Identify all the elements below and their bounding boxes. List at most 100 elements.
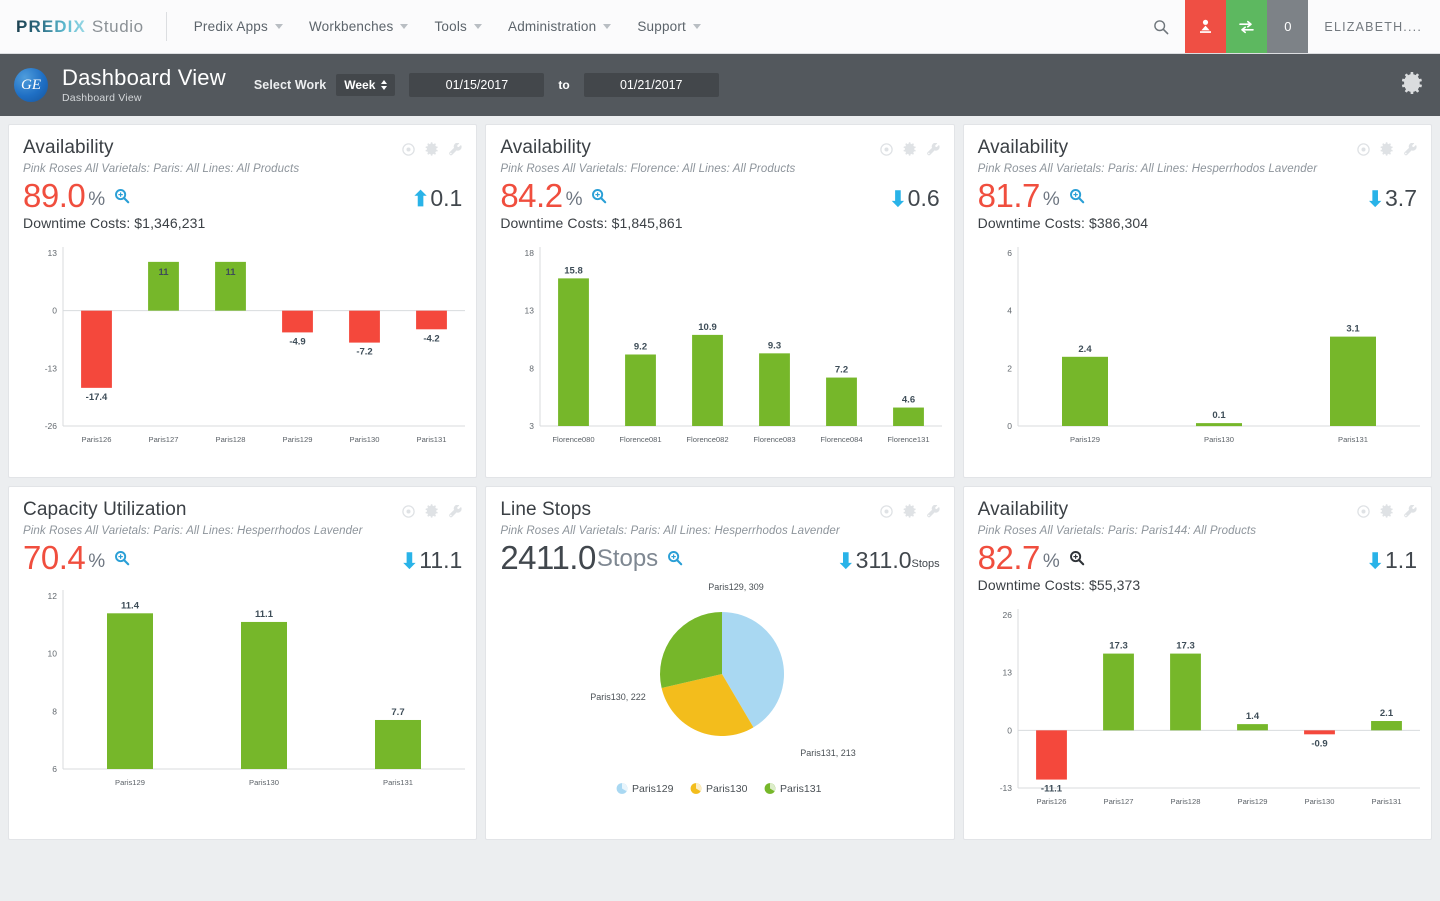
wrench-icon[interactable]: [927, 143, 940, 161]
nav-right-group: 0 ELIZABETH....: [1137, 0, 1440, 53]
notification-counter-badge[interactable]: 0: [1267, 0, 1308, 53]
kpi-row: 84.2 % ⬇ 0.6: [500, 179, 939, 212]
svg-text:Paris130, 222: Paris130, 222: [591, 692, 647, 702]
wrench-icon[interactable]: [449, 143, 462, 161]
legend-item[interactable]: Paris131: [765, 783, 822, 795]
card-header-icons: [402, 499, 462, 523]
brand-logo[interactable]: PREDIX Studio: [0, 0, 166, 53]
bar[interactable]: [1062, 357, 1108, 426]
arrow-up-icon: ⬆: [412, 189, 430, 210]
date-to-input[interactable]: 01/21/2017: [584, 73, 719, 97]
delta-indicator: ⬇ 0.6: [889, 188, 940, 212]
bar[interactable]: [893, 408, 924, 426]
clock-icon[interactable]: [402, 143, 415, 161]
bar[interactable]: [81, 311, 112, 388]
user-menu[interactable]: ELIZABETH....: [1308, 0, 1440, 53]
bar[interactable]: [826, 378, 857, 426]
legend-item[interactable]: Paris129: [617, 783, 674, 795]
svg-text:-4.9: -4.9: [289, 336, 305, 347]
kpi-row: 82.7 % ⬇ 1.1: [978, 541, 1417, 574]
svg-text:2.4: 2.4: [1078, 344, 1092, 355]
gear-icon[interactable]: [903, 142, 917, 161]
bar-chart-svg: 12108611.4Paris12911.1Paris1307.7Paris13…: [23, 582, 473, 797]
bar[interactable]: [759, 353, 790, 426]
bar[interactable]: [375, 720, 421, 769]
clock-icon[interactable]: [880, 143, 893, 161]
bar[interactable]: [558, 278, 589, 426]
magnifier-icon[interactable]: [667, 550, 683, 574]
gear-icon[interactable]: [425, 142, 439, 161]
bar[interactable]: [1170, 654, 1201, 731]
nav-item-predix-apps[interactable]: Predix Apps: [181, 0, 296, 54]
bar[interactable]: [1103, 654, 1134, 731]
gear-icon[interactable]: [903, 504, 917, 523]
gear-icon[interactable]: [425, 504, 439, 523]
card-subtitle: Pink Roses All Varietals: Paris: Paris14…: [978, 525, 1417, 537]
svg-text:Paris131: Paris131: [383, 778, 413, 787]
legend-item[interactable]: Paris130: [691, 783, 748, 795]
kpi-unit: %: [88, 188, 105, 212]
bar[interactable]: [107, 613, 153, 769]
nav-item-workbenches[interactable]: Workbenches: [296, 0, 422, 54]
svg-text:Paris130: Paris130: [350, 435, 380, 444]
clock-icon[interactable]: [402, 505, 415, 523]
svg-text:13: 13: [48, 248, 58, 258]
svg-text:7.7: 7.7: [391, 707, 404, 718]
kpi-unit: %: [1043, 188, 1060, 212]
svg-text:Paris130: Paris130: [1304, 797, 1334, 806]
svg-text:7.2: 7.2: [835, 365, 848, 376]
magnifier-icon[interactable]: [114, 550, 130, 574]
nav-item-tools[interactable]: Tools: [421, 0, 495, 54]
bar[interactable]: [282, 311, 313, 333]
search-icon[interactable]: [1137, 0, 1185, 53]
alert-person-icon[interactable]: [1185, 0, 1226, 53]
period-select[interactable]: Week: [336, 74, 395, 96]
bar[interactable]: [692, 335, 723, 426]
magnifier-icon[interactable]: [114, 188, 130, 212]
card-subtitle: Pink Roses All Varietals: Paris: All Lin…: [978, 163, 1417, 175]
nav-item-administration[interactable]: Administration: [495, 0, 624, 54]
card-header: Availability: [978, 499, 1417, 523]
downtime-costs: Downtime Costs: $1,346,231: [23, 215, 462, 231]
card-chart: 18138315.8Florence0809.2Florence08110.9F…: [500, 239, 939, 454]
clock-icon[interactable]: [880, 505, 893, 523]
delta-indicator: ⬇ 1.1: [1366, 550, 1417, 574]
dashboard-card: Availability Pink Roses All Varietals: P…: [963, 124, 1432, 478]
svg-text:-17.4: -17.4: [86, 392, 108, 403]
date-from-input[interactable]: 01/15/2017: [409, 73, 544, 97]
magnifier-icon[interactable]: [591, 188, 607, 212]
bar[interactable]: [1304, 730, 1335, 734]
bar[interactable]: [241, 622, 287, 769]
nav-item-support[interactable]: Support: [624, 0, 714, 54]
bar[interactable]: [416, 311, 447, 330]
bar[interactable]: [349, 311, 380, 343]
clock-icon[interactable]: [1357, 505, 1370, 523]
svg-text:17.3: 17.3: [1176, 641, 1195, 652]
bar[interactable]: [625, 354, 656, 426]
bar[interactable]: [1237, 724, 1268, 730]
gear-icon[interactable]: [1402, 72, 1424, 99]
svg-text:18: 18: [525, 248, 535, 258]
wrench-icon[interactable]: [927, 505, 940, 523]
svg-text:Paris127: Paris127: [149, 435, 179, 444]
wrench-icon[interactable]: [1404, 143, 1417, 161]
gear-icon[interactable]: [1380, 504, 1394, 523]
arrow-down-icon: ⬇: [837, 551, 855, 572]
svg-text:-7.2: -7.2: [356, 347, 372, 358]
svg-text:9.3: 9.3: [768, 340, 781, 351]
wrench-icon[interactable]: [449, 505, 462, 523]
clock-icon[interactable]: [1357, 143, 1370, 161]
svg-text:Florence084: Florence084: [821, 435, 863, 444]
magnifier-icon[interactable]: [1069, 188, 1085, 212]
svg-text:2.1: 2.1: [1380, 708, 1394, 719]
bar-chart-svg: 18138315.8Florence0809.2Florence08110.9F…: [500, 239, 950, 454]
magnifier-icon[interactable]: [1069, 550, 1085, 574]
bar[interactable]: [1330, 337, 1376, 426]
wrench-icon[interactable]: [1404, 505, 1417, 523]
bar[interactable]: [1036, 730, 1067, 779]
svg-text:Paris129: Paris129: [115, 778, 145, 787]
bar[interactable]: [1196, 423, 1242, 426]
transfer-arrows-icon[interactable]: [1226, 0, 1267, 53]
gear-icon[interactable]: [1380, 142, 1394, 161]
bar[interactable]: [1371, 721, 1402, 730]
